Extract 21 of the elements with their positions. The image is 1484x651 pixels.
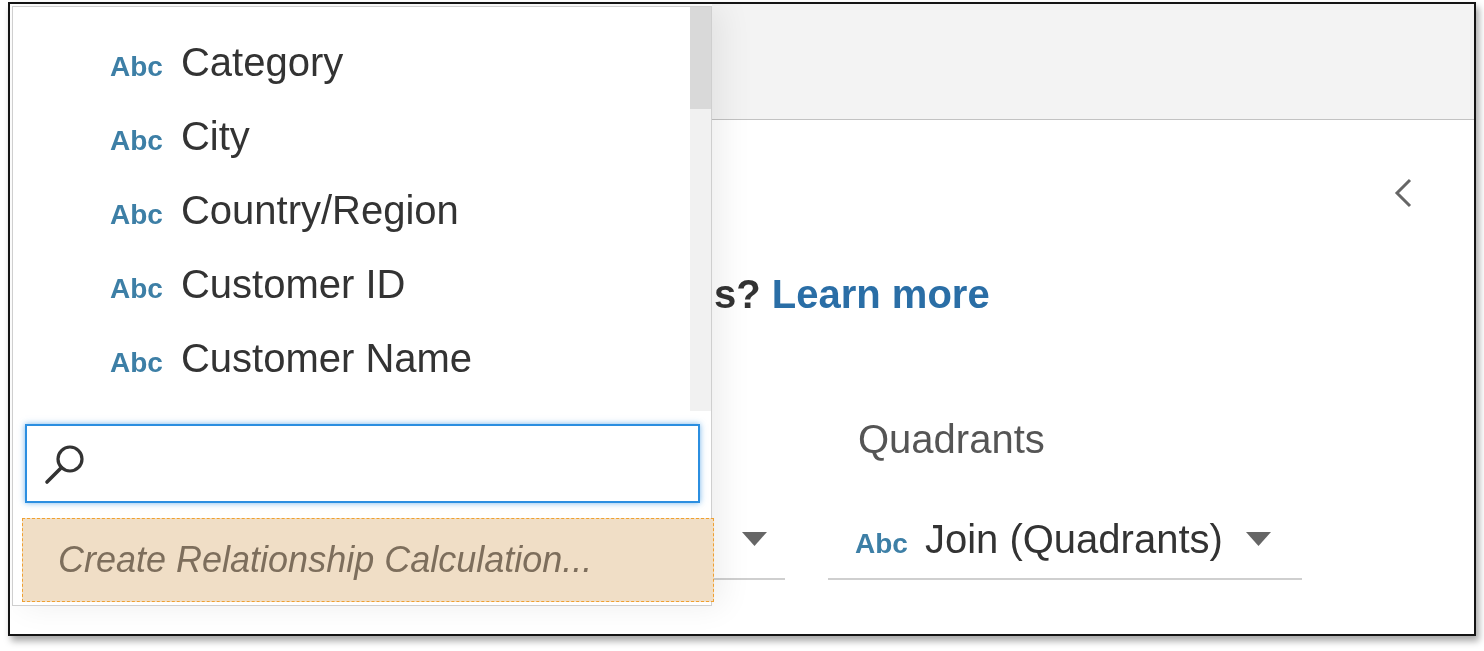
dropdown-field[interactable]: Abc Join (Quadrants) [828, 516, 1302, 580]
data-type-label: Abc [110, 50, 163, 84]
search-icon [44, 442, 86, 485]
data-type-label: Abc [110, 198, 163, 232]
menu-item[interactable]: Abc Customer ID [13, 247, 690, 321]
menu-item[interactable]: Abc Country/Region [13, 173, 690, 247]
menu-item[interactable]: Abc Category [13, 25, 690, 99]
table-name: Quadrants [858, 417, 1045, 461]
scrollbar-thumb[interactable] [690, 7, 711, 109]
create-calculation-item[interactable]: Create Relationship Calculation... [22, 518, 714, 602]
search-field[interactable] [25, 424, 700, 503]
caret-icon [1245, 532, 1271, 546]
learn-more-link[interactable]: Learn more [771, 272, 990, 316]
menu-item[interactable]: Abc Customer Name [13, 321, 690, 395]
data-type-label: Abc [110, 272, 163, 306]
data-type-label: Abc [110, 346, 163, 380]
data-type-label: Abc [110, 124, 163, 158]
caret-icon [742, 532, 767, 546]
chevron-left-icon[interactable] [1394, 178, 1412, 208]
menu-item[interactable]: Abc City [13, 99, 690, 173]
data-type-label: Abc [855, 527, 908, 561]
